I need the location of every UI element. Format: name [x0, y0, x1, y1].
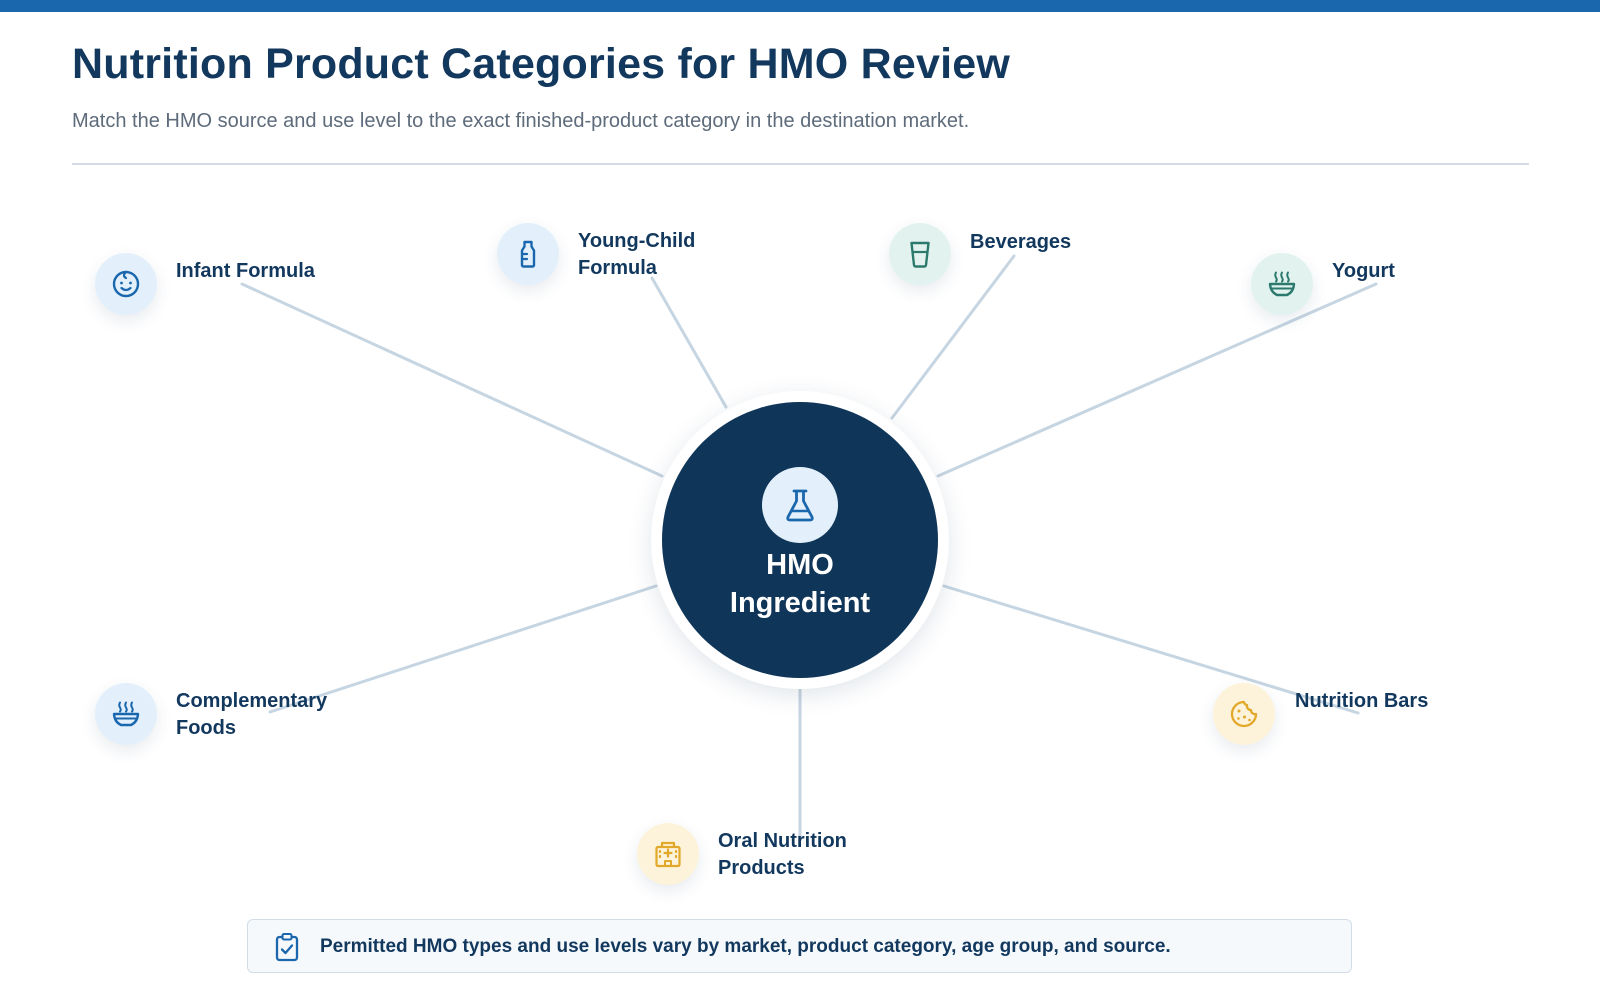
bowl-steam-icon: [95, 683, 157, 745]
connector-infant-formula: [240, 282, 664, 478]
category-label-yogurt: Yogurt: [1332, 260, 1395, 282]
category-label-nutrition-bars: Nutrition Bars: [1295, 690, 1429, 712]
hmo-ingredient-hub: HMO Ingredient: [662, 402, 938, 678]
category-label-infant-formula: Infant Formula: [176, 260, 315, 282]
cookie-icon: [1213, 683, 1275, 745]
category-label-complementary-foods: Complementary Foods: [176, 690, 328, 739]
category-label-young-child-formula: Young-Child Formula: [578, 230, 696, 279]
footer-note-text: Permitted HMO types and use levels vary …: [320, 936, 1171, 957]
clipboard-check-icon: [274, 932, 300, 967]
bowl-steam-icon: [1251, 253, 1313, 315]
category-label-oral-nutrition-products: Oral Nutrition Products: [718, 830, 847, 879]
connector-yogurt: [936, 282, 1378, 478]
connector-complementary-foods: [268, 584, 658, 714]
footer-note: Permitted HMO types and use levels vary …: [247, 919, 1352, 973]
baby-face-icon: [95, 253, 157, 315]
connector-young-child-formula: [650, 276, 728, 409]
glass-icon: [889, 223, 951, 285]
flask-icon: [762, 467, 838, 543]
category-label-beverages: Beverages: [970, 231, 1072, 253]
hospital-icon: [637, 823, 699, 885]
hub-label: HMO Ingredient: [729, 549, 871, 619]
bottle-icon: [497, 223, 559, 285]
